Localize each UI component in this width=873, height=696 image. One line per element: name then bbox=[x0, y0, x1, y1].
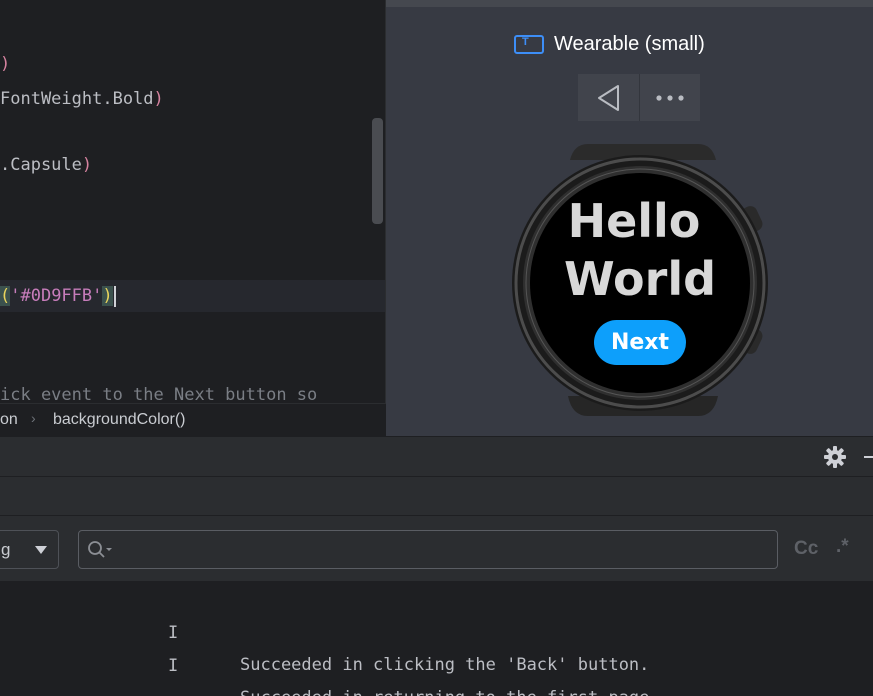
minimize-icon[interactable] bbox=[864, 456, 873, 458]
log-row: I Succeeded in returning to the first pa… bbox=[0, 618, 660, 696]
log-message: Succeeded in returning to the first page… bbox=[240, 682, 660, 696]
gear-icon[interactable] bbox=[824, 446, 846, 468]
back-triangle-icon bbox=[597, 84, 619, 111]
device-name: Wearable (small) bbox=[554, 33, 705, 55]
breadcrumb: on › backgroundColor() bbox=[0, 403, 386, 436]
watch-body: Hello World bbox=[512, 144, 768, 416]
search-input[interactable] bbox=[119, 537, 759, 561]
breadcrumb-separator-icon: › bbox=[31, 410, 36, 426]
more-button[interactable] bbox=[639, 74, 700, 121]
watch-title-line2: World bbox=[564, 252, 716, 306]
device-type-icon: T bbox=[514, 35, 544, 54]
code-line: ) bbox=[0, 54, 11, 74]
device-label[interactable]: T Wearable (small) bbox=[514, 33, 705, 56]
breadcrumb-item[interactable]: backgroundColor() bbox=[53, 411, 186, 429]
search-icon bbox=[88, 541, 112, 558]
back-button[interactable] bbox=[578, 74, 639, 121]
previewer-panel: T Wearable (small) Hello World Next bbox=[386, 0, 873, 436]
editor-scrollbar[interactable] bbox=[372, 118, 383, 224]
code-line: FontWeight.Bold) bbox=[0, 89, 164, 109]
log-level: I bbox=[168, 623, 179, 643]
preview-toolbar bbox=[578, 74, 700, 121]
log-panel-header bbox=[0, 436, 873, 476]
regex-button[interactable]: .* bbox=[836, 536, 849, 558]
text-caret bbox=[113, 285, 116, 307]
current-code-line: ('#0D9FFB') bbox=[0, 280, 385, 312]
log-output[interactable]: I Succeeded in clicking the 'Back' butto… bbox=[0, 581, 873, 696]
log-filter-bar: g Cc .* bbox=[0, 515, 873, 581]
log-level-select[interactable]: g bbox=[0, 530, 59, 569]
code-line: .Capsule) bbox=[0, 155, 93, 175]
next-button[interactable]: Next bbox=[594, 320, 686, 365]
log-message: Succeeded in clicking the 'Back' button. bbox=[240, 655, 650, 675]
log-level: I bbox=[168, 656, 179, 676]
watch-device-frame: Hello World Next bbox=[508, 138, 772, 421]
log-search-box[interactable] bbox=[78, 530, 778, 569]
log-row: I Succeeded in clicking the 'Back' butto… bbox=[0, 585, 649, 675]
log-panel-toolbar bbox=[0, 476, 873, 515]
breadcrumb-item[interactable]: on bbox=[0, 411, 18, 429]
code-comment-line: ick event to the Next button so bbox=[0, 385, 318, 403]
chevron-down-icon bbox=[35, 546, 47, 554]
code-editor[interactable]: ) FontWeight.Bold) .Capsule) ('#0D9FFB')… bbox=[0, 0, 385, 403]
more-dots-icon bbox=[656, 94, 684, 101]
watch-title-line1: Hello bbox=[568, 194, 701, 248]
match-case-button[interactable]: Cc bbox=[794, 538, 818, 560]
